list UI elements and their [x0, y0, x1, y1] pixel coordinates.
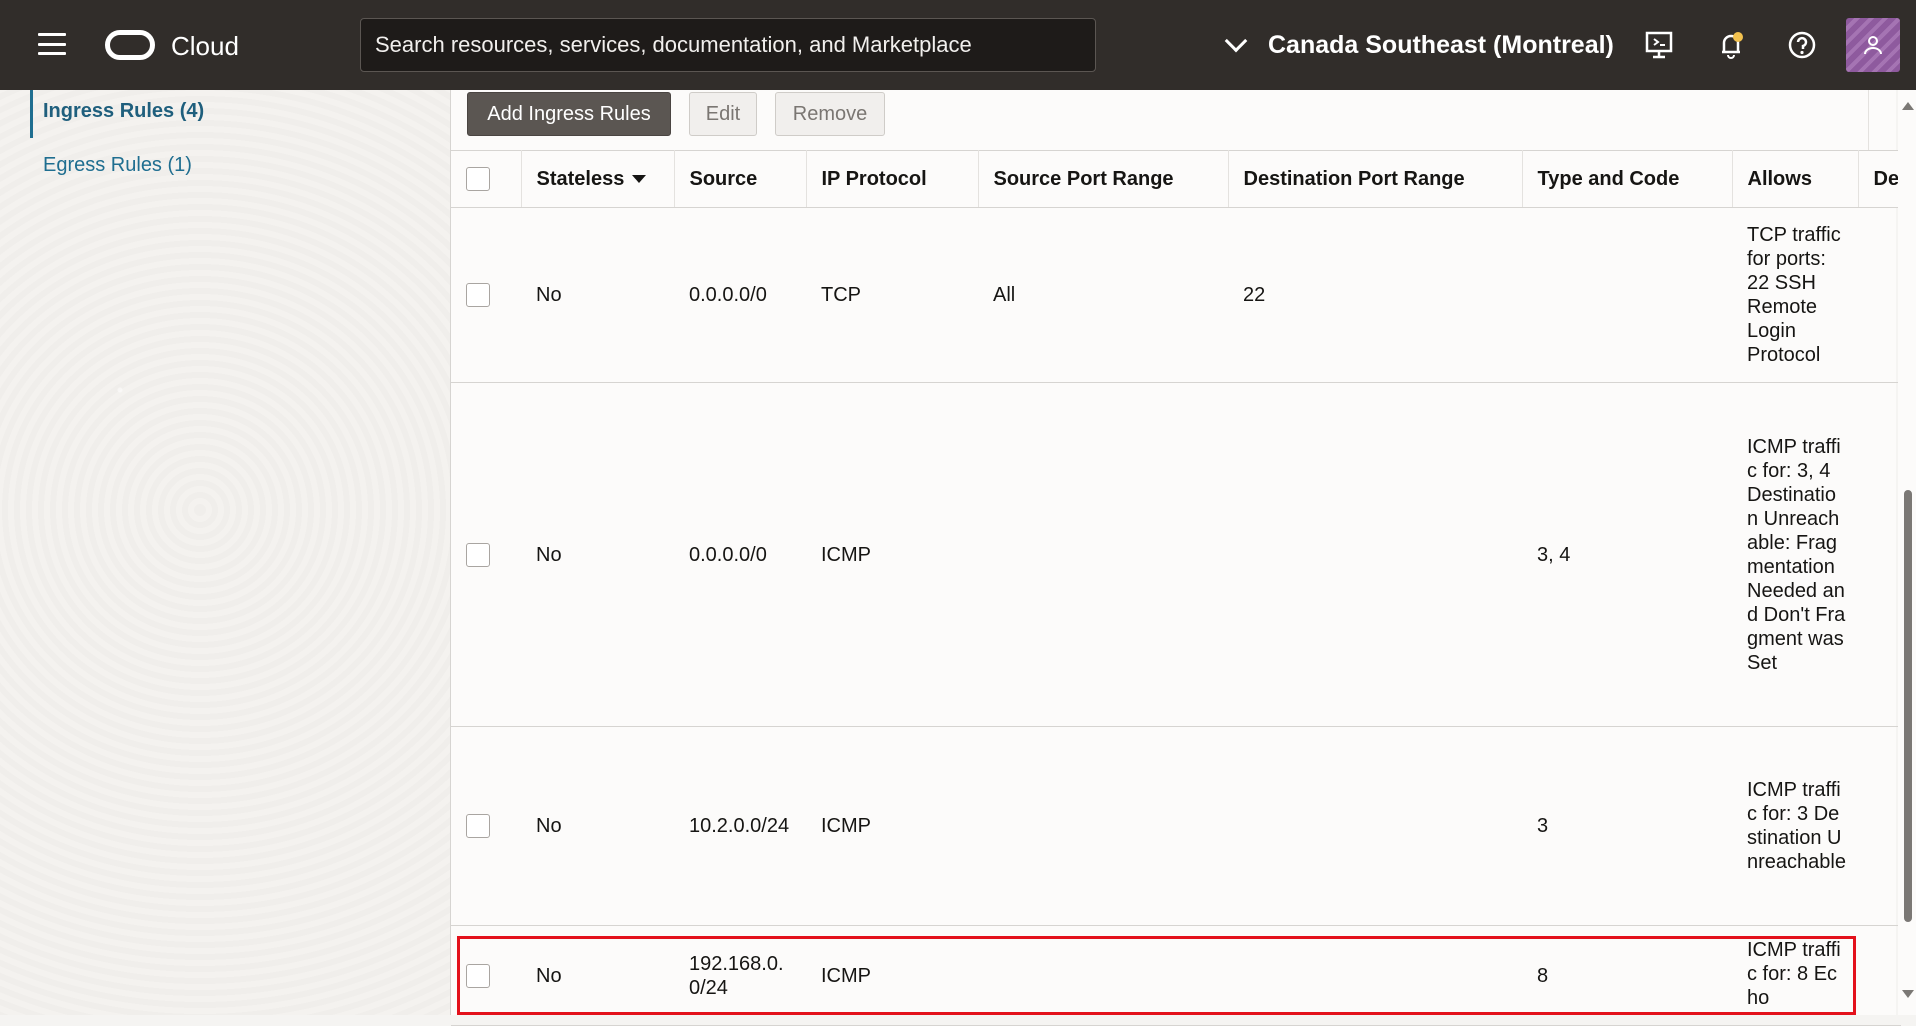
remove-button[interactable]: Remove: [775, 92, 885, 136]
description-cell: [1858, 207, 1901, 383]
allows-cell: ICMP traffic for: 3, 4 Destination Unrea…: [1732, 382, 1858, 727]
allows-cell: TCP traffic for ports: 22 SSH Remote Log…: [1732, 207, 1858, 383]
destination-port-cell: [1228, 925, 1522, 1026]
source-port-cell: [978, 925, 1228, 1026]
table-row[interactable]: No 10.2.0.0/24 ICMP 3 ICMP traffic for: …: [451, 726, 1901, 926]
scrollbar-thumb[interactable]: [1904, 490, 1912, 922]
stateless-cell: No: [521, 726, 674, 926]
column-header-allows: Allows: [1732, 150, 1859, 208]
table-row[interactable]: No 0.0.0.0/0 TCP All 22 TCP traffic for …: [451, 207, 1901, 383]
protocol-cell: ICMP: [806, 925, 978, 1026]
destination-port-cell: [1228, 726, 1522, 926]
column-header-stateless[interactable]: Stateless: [521, 150, 675, 208]
sidebar-item-egress-rules[interactable]: Egress Rules (1): [43, 154, 192, 177]
table-row[interactable]: No 0.0.0.0/0 ICMP 3, 4 ICMP traffic for:…: [451, 382, 1901, 727]
column-header-destination-port-range: Destination Port Range: [1228, 150, 1523, 208]
stateless-cell: No: [521, 382, 674, 727]
stateless-cell: No: [521, 207, 674, 383]
protocol-cell: ICMP: [806, 382, 978, 727]
avatar[interactable]: [1846, 18, 1900, 72]
active-indicator: [30, 90, 33, 138]
description-cell: [1858, 925, 1901, 1026]
sidebar-item-ingress-rules[interactable]: Ingress Rules (4): [43, 100, 204, 123]
destination-port-cell: [1228, 382, 1522, 727]
source-cell: 0.0.0.0/0: [674, 207, 806, 383]
user-icon: [1864, 36, 1882, 55]
chevron-down-icon: [1224, 29, 1248, 53]
ingress-rules-panel: Add Ingress Rules Edit Remove Stateless …: [450, 90, 1901, 1026]
protocol-cell: TCP: [806, 207, 978, 383]
column-label: Stateless: [536, 167, 625, 190]
region-label: Canada Southeast (Montreal): [1268, 30, 1614, 59]
region-selector[interactable]: Canada Southeast (Montreal): [1224, 26, 1614, 64]
source-port-cell: All: [978, 207, 1228, 383]
table-row[interactable]: No 192.168.0.0/24 ICMP 8 ICMP traffic fo…: [451, 925, 1901, 1026]
allows-cell: ICMP traffic for: 8 Echo: [1732, 925, 1858, 1026]
column-header-ip-protocol: IP Protocol: [806, 150, 979, 208]
source-cell: 10.2.0.0/24: [674, 726, 806, 926]
oracle-logo-icon[interactable]: [105, 30, 155, 60]
source-cell: 0.0.0.0/0: [674, 382, 806, 727]
column-header-source: Source: [674, 150, 807, 208]
destination-port-cell: 22: [1228, 207, 1522, 383]
column-header-description: De: [1858, 150, 1901, 208]
top-navigation-bar: Cloud Search resources, services, docume…: [0, 0, 1916, 90]
row-checkbox[interactable]: [466, 814, 490, 839]
edit-button[interactable]: Edit: [689, 92, 757, 136]
add-ingress-rules-button[interactable]: Add Ingress Rules: [467, 92, 671, 136]
select-all-header: [451, 150, 522, 208]
help-icon[interactable]: [1787, 30, 1817, 60]
sort-down-icon[interactable]: [632, 175, 647, 184]
type-code-cell: 8: [1522, 925, 1732, 1026]
row-checkbox[interactable]: [466, 283, 490, 308]
table-header-row: Stateless Source IP Protocol Source Port…: [451, 150, 1901, 208]
source-port-cell: [978, 382, 1228, 727]
column-header-type-and-code: Type and Code: [1522, 150, 1733, 208]
protocol-cell: ICMP: [806, 726, 978, 926]
table-toolbar: Add Ingress Rules Edit Remove: [451, 90, 1869, 150]
type-code-cell: 3, 4: [1522, 382, 1732, 727]
scroll-down-arrow-icon[interactable]: [1902, 990, 1914, 998]
brand-label[interactable]: Cloud: [171, 31, 239, 62]
source-port-cell: [978, 726, 1228, 926]
description-cell: [1858, 726, 1901, 926]
type-code-cell: [1522, 207, 1732, 383]
ingress-rules-table: Stateless Source IP Protocol Source Port…: [451, 150, 1901, 1026]
type-code-cell: 3: [1522, 726, 1732, 926]
source-cell: 192.168.0.0/24: [674, 925, 806, 1026]
stateless-cell: No: [521, 925, 674, 1026]
scroll-up-arrow-icon[interactable]: [1902, 102, 1914, 110]
search-input[interactable]: Search resources, services, documentatio…: [360, 18, 1096, 72]
row-checkbox[interactable]: [466, 963, 490, 988]
menu-icon[interactable]: [38, 33, 66, 55]
description-cell: [1858, 382, 1901, 727]
bell-icon[interactable]: [1716, 30, 1746, 60]
column-header-source-port-range: Source Port Range: [978, 150, 1229, 208]
resources-sidebar: Ingress Rules (4) Egress Rules (1): [0, 90, 450, 1015]
cloud-shell-icon[interactable]: [1644, 30, 1674, 60]
row-checkbox[interactable]: [466, 542, 490, 567]
allows-cell: ICMP traffic for: 3 Destination Unreacha…: [1732, 726, 1858, 926]
select-all-checkbox[interactable]: [466, 167, 490, 191]
